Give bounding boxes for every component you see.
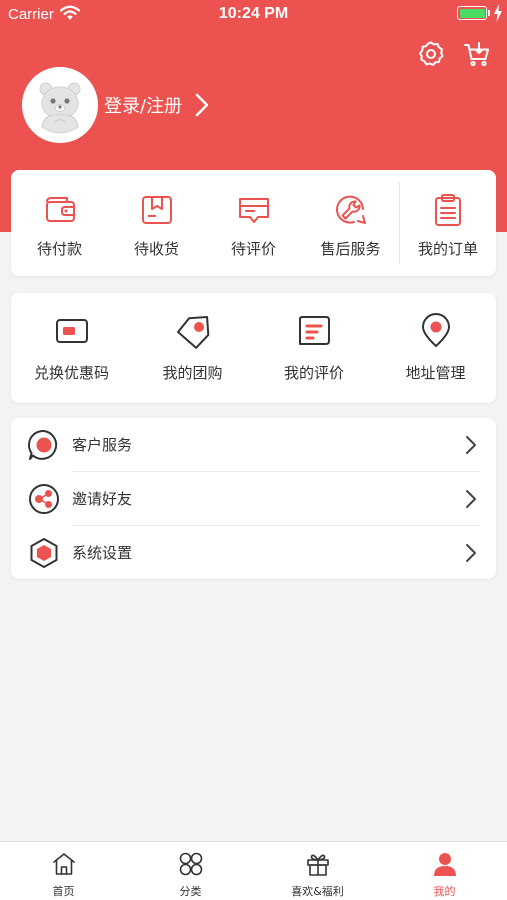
bottom-tab-bar: 首页 分类 喜欢&福利 我的	[0, 841, 507, 900]
order-pending-receipt[interactable]: 待收货	[108, 170, 205, 276]
login-register-link[interactable]: 登录/注册	[104, 90, 210, 120]
orders-card: 待付款 待收货 待评价 售后服务 我的订单	[11, 170, 496, 276]
share-icon	[29, 484, 59, 514]
gift-icon	[306, 854, 329, 876]
chevron-right-icon	[195, 93, 209, 117]
chevron-right-icon	[466, 436, 476, 454]
customer-service-icon	[28, 429, 58, 460]
category-icon	[179, 852, 202, 876]
my-group-buy-button[interactable]: 我的团购	[132, 293, 253, 403]
location-pin-icon	[421, 313, 450, 347]
avatar-placeholder-icon	[22, 67, 98, 143]
home-icon	[52, 853, 75, 875]
order-label: 待付款	[36, 240, 82, 258]
avatar[interactable]	[22, 67, 98, 143]
user-icon	[433, 853, 456, 876]
tab-label: 分类	[179, 885, 202, 898]
tab-home[interactable]: 首页	[0, 842, 127, 900]
chevron-right-icon	[466, 490, 476, 508]
tab-label: 首页	[52, 885, 75, 898]
order-label: 我的订单	[417, 240, 478, 258]
my-reviews-button[interactable]: 我的评价	[253, 293, 375, 403]
status-time: 10:24 PM	[218, 5, 289, 22]
charging-icon	[494, 4, 502, 22]
menu-item-customer-service[interactable]: 客户服务	[11, 418, 496, 471]
order-label: 待收货	[133, 240, 179, 258]
tab-category[interactable]: 分类	[127, 842, 254, 900]
redeem-coupon-button[interactable]: 兑换优惠码	[11, 293, 132, 403]
settings-gear-icon[interactable]	[417, 40, 445, 68]
menu-label: 系统设置	[72, 544, 133, 562]
tool-label: 我的团购	[162, 364, 223, 382]
wrench-icon	[335, 195, 366, 224]
menu-item-system-settings[interactable]: 系统设置	[11, 526, 496, 579]
address-management-button[interactable]: 地址管理	[375, 293, 496, 403]
chevron-right-icon	[466, 544, 476, 562]
package-icon	[141, 196, 172, 224]
tag-icon	[176, 315, 209, 349]
tool-label: 兑换优惠码	[33, 364, 109, 382]
tab-favorites-rewards[interactable]: 喜欢&福利	[254, 842, 381, 900]
tab-label: 我的	[433, 885, 456, 898]
hexagon-settings-icon	[30, 538, 58, 568]
shopping-cart-icon[interactable]	[463, 40, 491, 68]
order-pending-payment[interactable]: 待付款	[11, 170, 108, 276]
order-label: 待评价	[230, 240, 276, 258]
order-pending-review[interactable]: 待评价	[205, 170, 302, 276]
tool-label: 我的评价	[283, 364, 344, 382]
tab-label: 喜欢&福利	[291, 885, 344, 898]
menu-item-invite-friends[interactable]: 邀请好友	[11, 472, 496, 525]
coupon-icon	[55, 319, 88, 343]
menu-label: 客户服务	[72, 436, 133, 454]
order-after-sales[interactable]: 售后服务	[302, 170, 399, 276]
review-icon	[238, 198, 269, 223]
clipboard-icon	[435, 194, 461, 226]
login-register-label: 登录/注册	[104, 96, 183, 117]
battery-icon	[457, 6, 487, 20]
tool-label: 地址管理	[405, 364, 466, 382]
menu-card: 客户服务 邀请好友 系统设置	[11, 418, 496, 579]
tab-me[interactable]: 我的	[381, 842, 507, 900]
order-label: 售后服务	[320, 240, 381, 258]
wallet-icon	[45, 197, 75, 222]
menu-label: 邀请好友	[72, 490, 133, 508]
tools-card: 兑换优惠码 我的团购 我的评价 地址管理	[11, 293, 496, 403]
my-orders-button[interactable]: 我的订单	[400, 170, 496, 276]
status-bar: Carrier 10:24 PM	[0, 0, 507, 30]
battery-tip	[488, 10, 490, 16]
comment-icon	[299, 316, 330, 345]
